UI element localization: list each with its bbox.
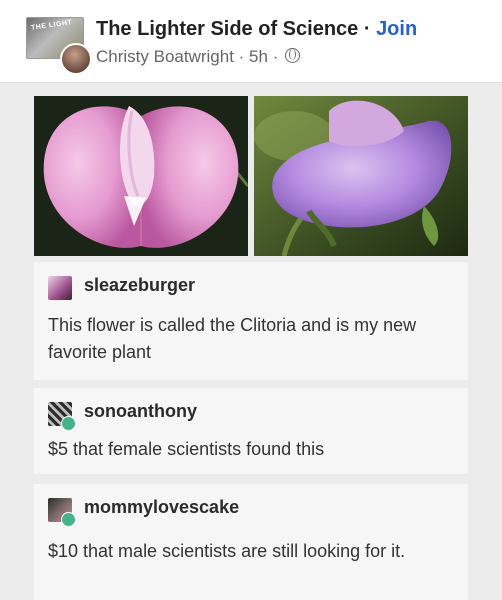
author-avatar[interactable] [60, 43, 92, 75]
flower-photo-front[interactable] [34, 96, 248, 256]
author-name-link[interactable]: Christy Boatwright [96, 47, 234, 66]
badge-icon [61, 416, 76, 431]
flower-side-illustration [254, 96, 468, 256]
tumblr-post: sonoanthony $5 that female scientists fo… [34, 388, 468, 474]
user-avatar[interactable] [48, 276, 72, 300]
tumblr-post: sleazeburger This flower is called the C… [34, 262, 468, 380]
post-time[interactable]: 5h [249, 47, 268, 66]
tumblr-post: mommylovescake $10 that male scientists … [34, 484, 468, 600]
flower-front-illustration [34, 96, 248, 256]
username[interactable]: sonoanthony [84, 401, 197, 422]
join-button[interactable]: Join [376, 18, 417, 40]
post-header: THE LIGHT The Lighter Side of Science · … [0, 0, 502, 83]
username[interactable]: sleazeburger [84, 275, 195, 296]
group-title-line: The Lighter Side of Science · Join [96, 18, 417, 41]
username[interactable]: mommylovescake [84, 497, 239, 518]
globe-icon [285, 48, 301, 63]
group-avatar[interactable]: THE LIGHT [26, 17, 92, 75]
separator: · [233, 47, 250, 66]
group-logo-text: THE LIGHT [30, 19, 73, 32]
separator: · [358, 18, 377, 40]
post-text: $5 that female scientists found this [48, 439, 325, 459]
badge-icon [61, 512, 76, 527]
user-avatar[interactable] [48, 498, 76, 527]
user-avatar[interactable] [48, 402, 76, 431]
flower-photo-side[interactable] [254, 96, 468, 256]
post-meta: Christy Boatwright · 5h · [96, 47, 301, 67]
group-name-link[interactable]: The Lighter Side of Science [96, 18, 358, 40]
post-text: This flower is called the Clitoria and i… [48, 315, 417, 362]
post-text: $10 that male scientists are still looki… [48, 541, 406, 561]
separator: · [267, 47, 284, 66]
